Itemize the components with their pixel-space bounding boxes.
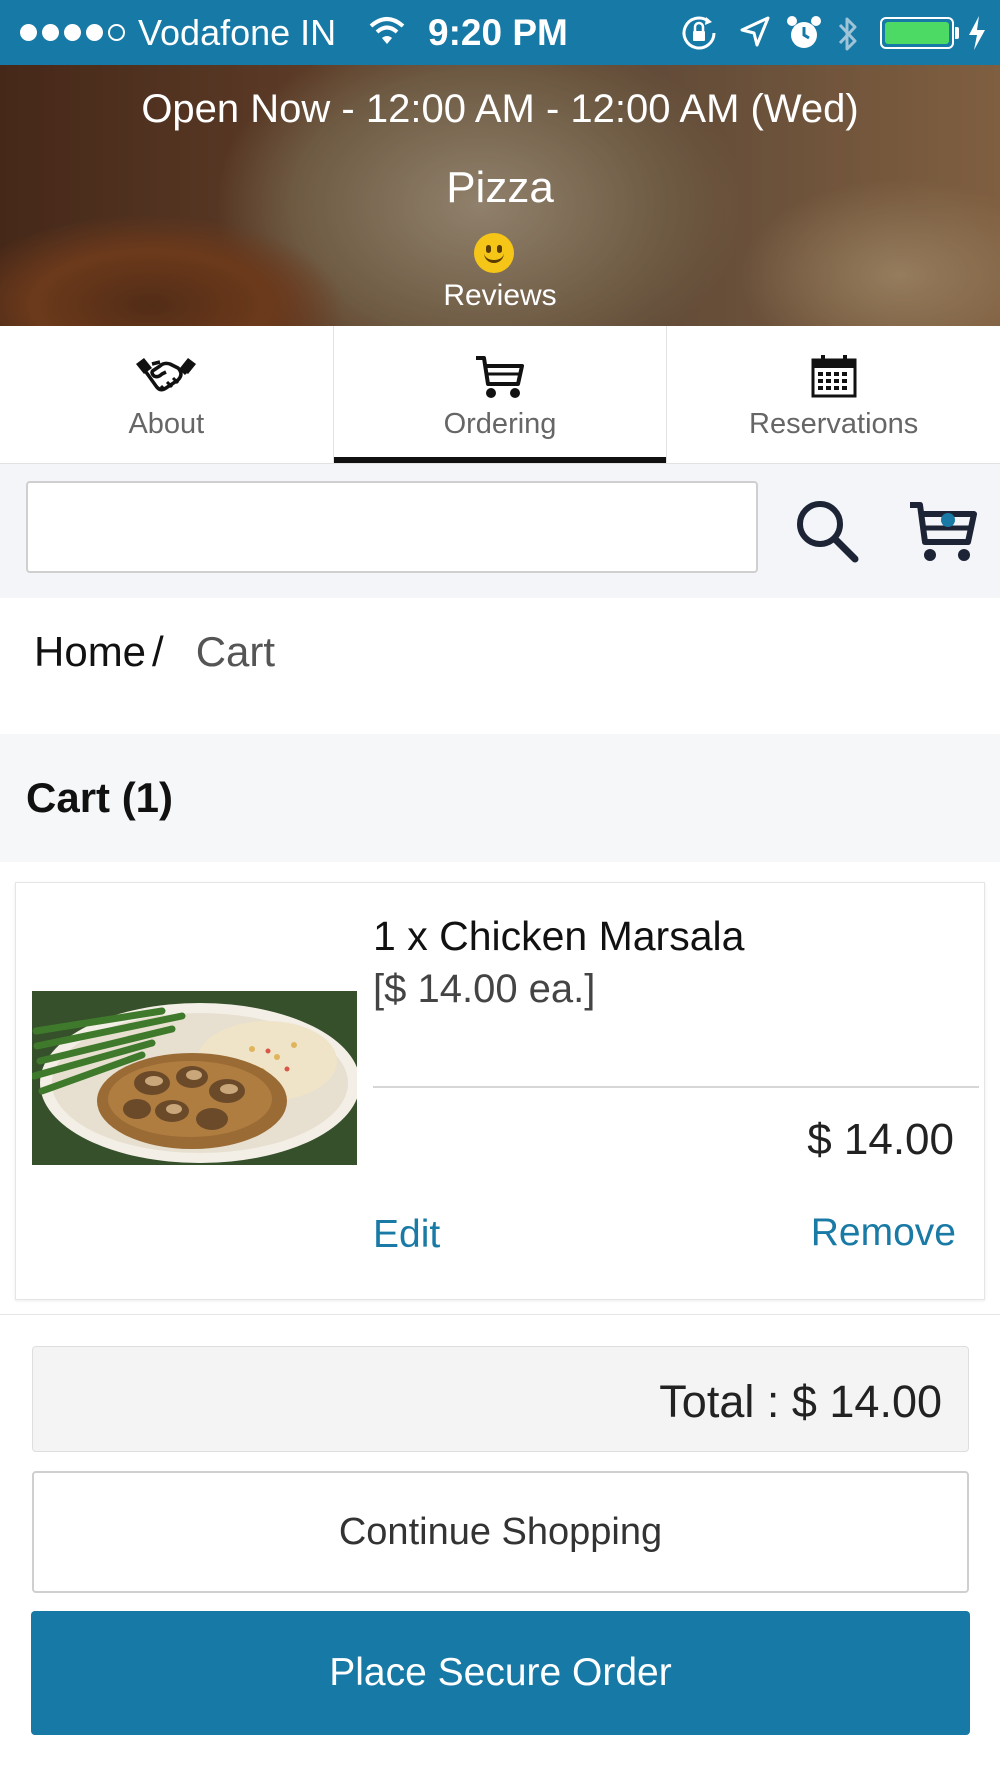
status-bar: Vodafone IN 9:20 PM xyxy=(0,0,1000,65)
opening-hours: Open Now - 12:00 AM - 12:00 AM (Wed) xyxy=(141,87,859,131)
orientation-lock-icon xyxy=(680,14,720,57)
calendar-icon xyxy=(811,354,857,403)
item-title: 1 x Chicken Marsala xyxy=(373,913,745,959)
cart-icon xyxy=(474,354,526,405)
tab-ordering[interactable]: Ordering xyxy=(333,326,668,463)
signal-strength-icon xyxy=(20,24,125,41)
restaurant-name: Pizza xyxy=(446,163,554,212)
breadcrumb: Home / Cart xyxy=(34,628,275,676)
cart-summary: Total : $ 14.00 Continue Shopping Place … xyxy=(0,1314,1000,1778)
item-unit-price: [$ 14.00 ea.] xyxy=(373,967,596,1011)
remove-item-link[interactable]: Remove xyxy=(811,1211,956,1255)
bluetooth-icon xyxy=(836,14,860,59)
wifi-icon xyxy=(368,14,406,53)
item-line-total: $ 14.00 xyxy=(807,1115,954,1164)
cart-total: Total : $ 14.00 xyxy=(659,1376,942,1427)
battery-tip xyxy=(955,27,959,39)
handshake-icon xyxy=(134,354,198,405)
tab-reservations[interactable]: Reservations xyxy=(667,326,1000,463)
search-icon[interactable] xyxy=(794,498,860,569)
reviews-link[interactable]: Reviews xyxy=(0,279,1000,313)
location-icon xyxy=(738,14,772,55)
tab-about-label: About xyxy=(128,408,205,440)
hero-banner: Open Now - 12:00 AM - 12:00 AM (Wed) Piz… xyxy=(0,65,1000,326)
charging-icon xyxy=(966,14,988,57)
tab-about[interactable]: About xyxy=(0,326,334,463)
cart-button[interactable] xyxy=(908,500,978,569)
breadcrumb-current: Cart xyxy=(195,628,276,675)
cart-item: 1 x Chicken Marsala [$ 14.00 ea.] $ 14.0… xyxy=(15,882,985,1300)
place-secure-order-button[interactable]: Place Secure Order xyxy=(31,1611,970,1735)
continue-shopping-button[interactable]: Continue Shopping xyxy=(32,1471,969,1593)
edit-item-link[interactable]: Edit xyxy=(373,1213,440,1257)
alarm-icon xyxy=(786,14,822,57)
item-divider xyxy=(373,1086,979,1088)
tab-reservations-label: Reservations xyxy=(749,408,919,440)
search-bar xyxy=(0,464,1000,598)
battery-icon xyxy=(880,17,954,49)
tab-ordering-label: Ordering xyxy=(443,408,557,440)
carrier-name: Vodafone IN xyxy=(138,12,337,53)
cart-title: Cart (1) xyxy=(26,774,174,821)
cart-header: Cart (1) xyxy=(0,734,1000,862)
total-box: Total : $ 14.00 xyxy=(32,1346,969,1452)
smiley-icon[interactable] xyxy=(474,233,514,273)
breadcrumb-separator: / xyxy=(152,628,164,675)
search-input[interactable] xyxy=(26,481,758,573)
item-image xyxy=(32,991,357,1165)
breadcrumb-home[interactable]: Home xyxy=(34,628,146,676)
tab-bar: About Ordering Reservations xyxy=(0,326,1000,464)
status-time: 9:20 PM xyxy=(428,12,568,53)
